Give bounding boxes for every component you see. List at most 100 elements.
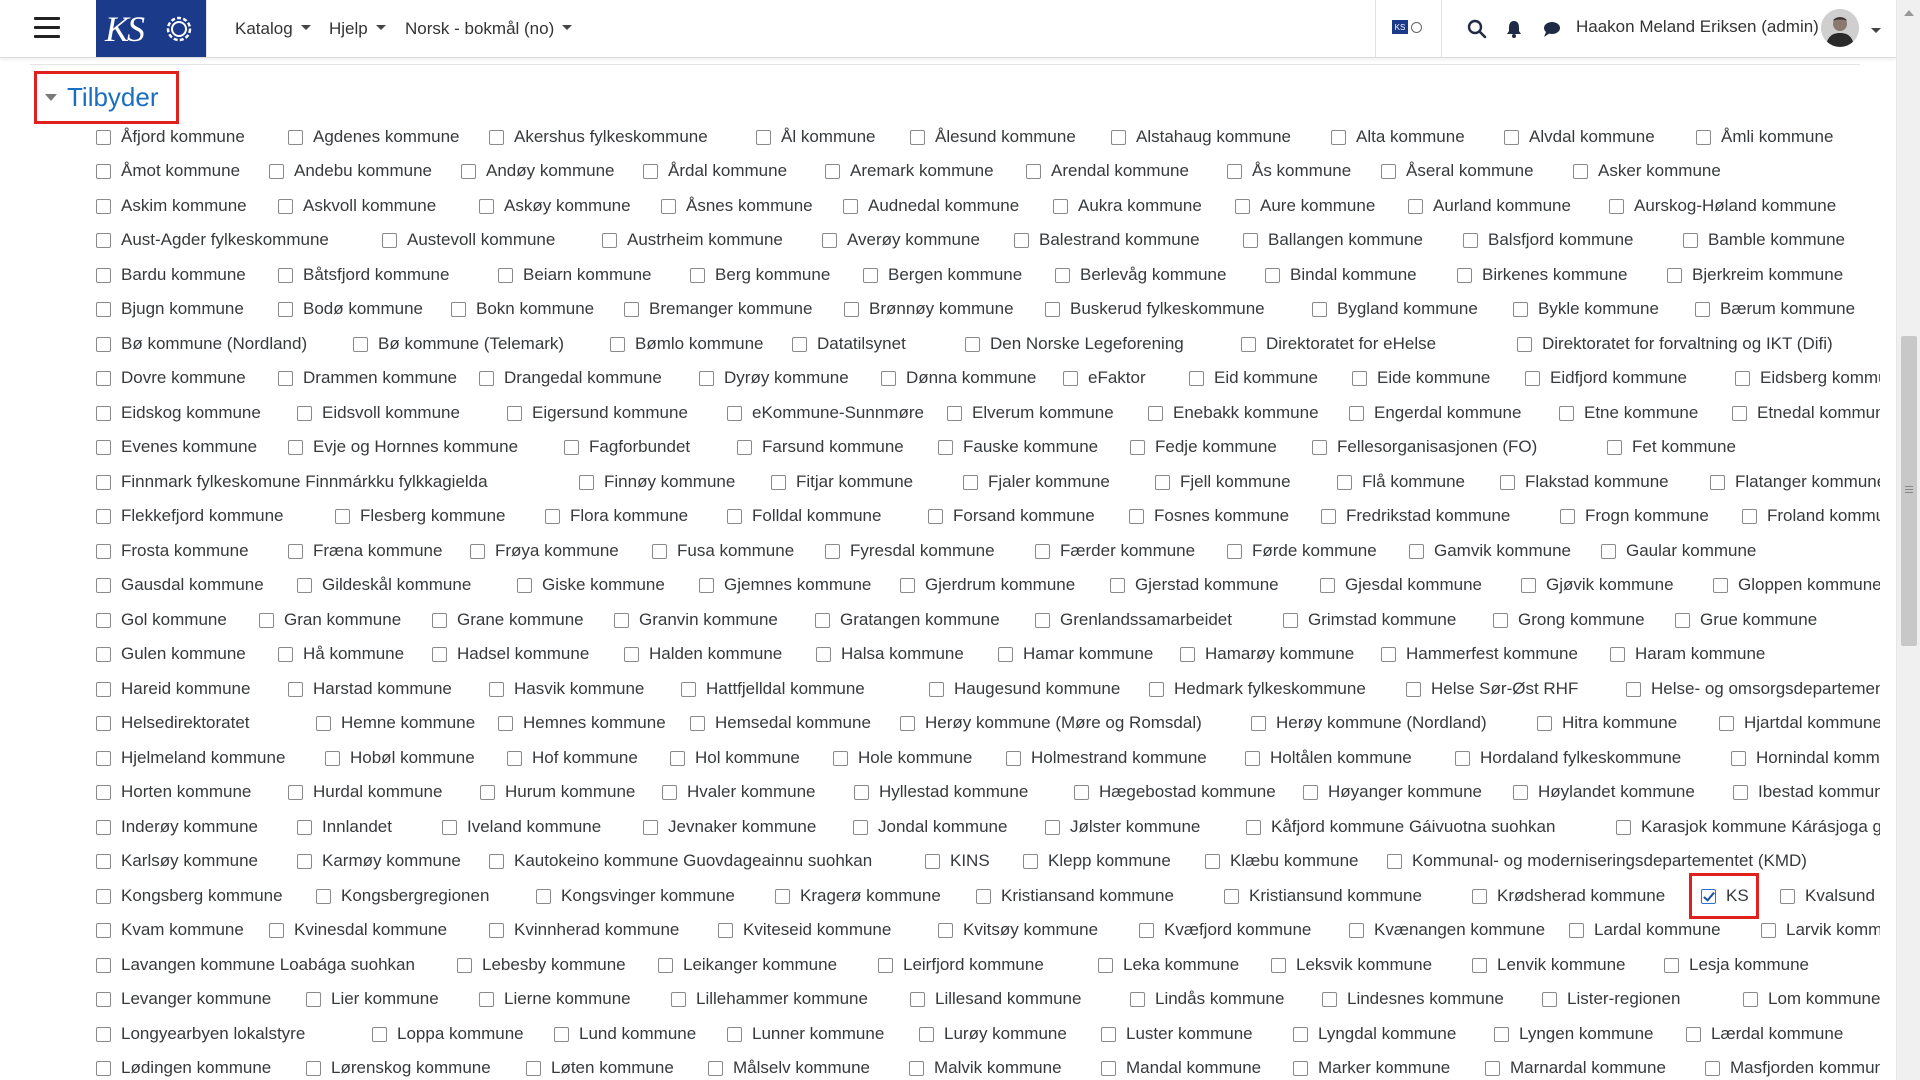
provider-checkbox[interactable] [1148,405,1163,421]
provider-checkbox[interactable] [1573,163,1588,179]
provider-option[interactable]: Lund kommune [554,1021,696,1047]
provider-option[interactable]: eFaktor [1063,365,1146,391]
provider-option[interactable]: Kongsbergregionen [316,883,489,909]
provider-option[interactable]: Kviteseid kommune [718,917,891,943]
provider-checkbox[interactable] [1485,1060,1500,1076]
provider-checkbox[interactable] [1129,508,1144,524]
provider-checkbox[interactable] [278,301,293,317]
provider-checkbox[interactable] [1616,819,1631,835]
provider-checkbox[interactable] [96,612,111,628]
provider-checkbox[interactable] [564,439,579,455]
provider-option[interactable]: Kvam kommune [96,917,244,943]
provider-option[interactable]: Fyresdal kommune [825,538,995,564]
provider-checkbox[interactable] [382,232,397,248]
provider-checkbox[interactable] [825,543,840,559]
provider-option[interactable]: Gjerstad kommune [1110,572,1279,598]
provider-checkbox[interactable] [1607,439,1622,455]
provider-checkbox[interactable] [96,1060,111,1076]
provider-checkbox[interactable] [1337,474,1352,490]
provider-checkbox[interactable] [1293,1026,1308,1042]
menu-hjelp[interactable]: Hjelp [329,19,386,39]
provider-option[interactable]: Den Norske Legeforening [965,331,1184,357]
provider-option[interactable]: Austrheim kommune [602,227,783,253]
provider-option[interactable]: Etnedal kommune [1732,400,1880,426]
provider-option[interactable]: Eidfjord kommune [1525,365,1687,391]
provider-option[interactable]: Dovre kommune [96,365,246,391]
provider-option[interactable]: Hamarøy kommune [1180,641,1354,667]
provider-option[interactable]: Aure kommune [1235,193,1375,219]
provider-checkbox[interactable] [1569,922,1584,938]
provider-option[interactable]: Kommunal- og moderniseringsdepartementet… [1387,848,1807,874]
provider-checkbox[interactable] [771,474,786,490]
provider-option[interactable]: Audnedal kommune [843,193,1019,219]
provider-option[interactable]: Grong kommune [1493,607,1645,633]
provider-checkbox[interactable] [96,646,111,662]
provider-checkbox[interactable] [1224,888,1239,904]
provider-option[interactable]: Eigersund kommune [507,400,688,426]
provider-option[interactable]: Åfjord kommune [96,124,245,150]
provider-checkbox[interactable] [602,232,617,248]
provider-option[interactable]: Leikanger kommune [658,952,837,978]
provider-checkbox[interactable] [998,646,1013,662]
provider-option[interactable]: Løten kommune [526,1055,674,1080]
provider-option[interactable]: Åmot kommune [96,158,240,184]
provider-checkbox[interactable] [1035,612,1050,628]
provider-checkbox[interactable] [479,198,494,214]
provider-option[interactable]: Helse Sør-Øst RHF [1406,676,1578,702]
provider-checkbox[interactable] [1023,853,1038,869]
provider-checkbox[interactable] [1246,819,1261,835]
provider-option[interactable]: Frogn kommune [1560,503,1709,529]
provider-checkbox[interactable] [1743,991,1758,1007]
provider-checkbox[interactable] [718,922,733,938]
provider-option[interactable]: Flatanger kommune [1710,469,1880,495]
provider-checkbox[interactable] [1408,198,1423,214]
provider-option[interactable]: Åsnes kommune [661,193,813,219]
provider-checkbox[interactable] [96,508,111,524]
provider-option[interactable]: Gildeskål kommune [297,572,471,598]
provider-checkbox[interactable] [288,784,303,800]
provider-option[interactable]: Karmøy kommune [297,848,461,874]
provider-option[interactable]: Haram kommune [1610,641,1765,667]
provider-option[interactable]: Gjesdal kommune [1320,572,1482,598]
provider-option[interactable]: Hareid kommune [96,676,250,702]
provider-checkbox[interactable] [288,681,303,697]
provider-option[interactable]: Bærum kommune [1695,296,1855,322]
provider-checkbox[interactable] [947,405,962,421]
provider-checkbox[interactable] [863,267,878,283]
provider-checkbox[interactable] [353,336,368,352]
provider-checkbox[interactable] [507,405,522,421]
provider-option[interactable]: Jevnaker kommune [643,814,816,840]
provider-option[interactable]: Andøy kommune [461,158,615,184]
provider-checkbox[interactable] [1130,439,1145,455]
provider-option[interactable]: Lunner kommune [727,1021,884,1047]
provider-option[interactable]: Lister-regionen [1542,986,1680,1012]
provider-option[interactable]: Fusa kommune [652,538,794,564]
provider-option[interactable]: Gratangen kommune [815,607,1000,633]
provider-checkbox[interactable] [699,370,714,386]
provider-option[interactable]: Forsand kommune [928,503,1095,529]
provider-option[interactable]: Bergen kommune [863,262,1022,288]
provider-option[interactable]: Hamar kommune [998,641,1153,667]
provider-option[interactable]: Brønnøy kommune [844,296,1014,322]
provider-checkbox[interactable] [96,129,111,145]
provider-option[interactable]: Grenlandssamarbeidet [1035,607,1232,633]
provider-option[interactable]: Birkenes kommune [1457,262,1628,288]
provider-checkbox[interactable] [96,991,111,1007]
provider-checkbox[interactable] [1742,508,1757,524]
provider-option[interactable]: Drangedal kommune [479,365,662,391]
provider-checkbox[interactable] [881,370,896,386]
provider-option[interactable]: Halden kommune [624,641,782,667]
provider-checkbox[interactable] [925,853,940,869]
provider-checkbox[interactable] [658,957,673,973]
provider-checkbox[interactable] [1713,577,1728,593]
provider-checkbox[interactable] [316,715,331,731]
provider-option[interactable]: Askim kommune [96,193,247,219]
provider-checkbox[interactable] [1695,301,1710,317]
provider-option[interactable]: Holtålen kommune [1245,745,1412,771]
provider-checkbox[interactable] [96,853,111,869]
ks-logo[interactable]: KS [96,0,152,57]
provider-checkbox[interactable] [306,991,321,1007]
provider-option[interactable]: Malvik kommune [909,1055,1062,1080]
provider-option[interactable]: Eidsvoll kommune [297,400,460,426]
provider-checkbox[interactable] [480,784,495,800]
